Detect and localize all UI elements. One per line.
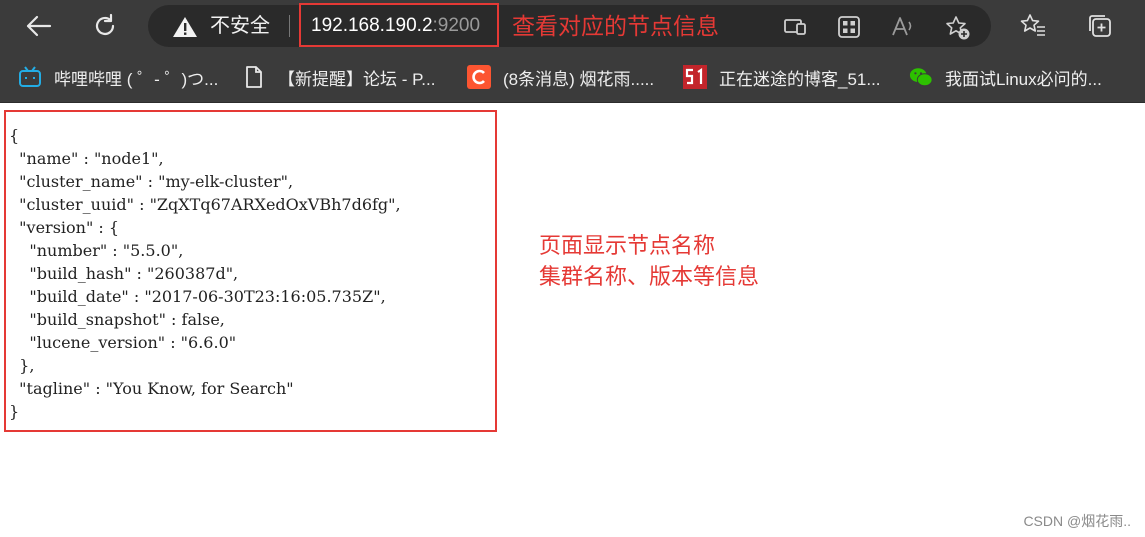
json-line: "name" : "node1", xyxy=(9,149,164,168)
json-line: }, xyxy=(9,356,35,375)
json-line: "cluster_uuid" : "ZqXTq67ARXedOxVBh7d6fg… xyxy=(9,195,401,214)
json-line: "build_date" : "2017-06-30T23:16:05.735Z… xyxy=(9,287,386,306)
csdn-icon xyxy=(467,65,491,89)
collections-icon[interactable] xyxy=(1083,9,1117,43)
content-annotation: 页面显示节点名称 集群名称、版本等信息 xyxy=(539,230,759,292)
browser-toolbar: 不安全 192.168.190.2:9200 查看对应的节点信息 xyxy=(0,0,1145,52)
json-line: "version" : { xyxy=(9,218,120,237)
bookmark-label: 正在迷途的博客_51... xyxy=(719,69,881,89)
back-icon[interactable] xyxy=(18,6,58,46)
bookmark-item[interactable]: (8条消息) 烟花雨..... xyxy=(467,64,654,90)
annotation-line: 页面显示节点名称 xyxy=(539,233,716,258)
add-favorite-icon[interactable] xyxy=(944,14,970,40)
bookmarks-bar: 哔哩哔哩 ( ゜- ゜)つ... 【新提醒】论坛 - P... (8条消息) 烟… xyxy=(0,52,1145,103)
url-text[interactable]: 192.168.190.2:9200 xyxy=(311,15,480,37)
address-separator xyxy=(289,15,290,37)
bilibili-icon xyxy=(18,65,42,89)
wechat-icon xyxy=(909,65,933,89)
watermark: CSDN @烟花雨.. xyxy=(1023,513,1131,529)
bookmark-item[interactable]: 我面试Linux必问的... xyxy=(909,64,1102,90)
json-line: "build_snapshot" : false, xyxy=(9,310,225,329)
json-line: "number" : "5.5.0", xyxy=(9,241,184,260)
bookmark-item[interactable]: 哔哩哔哩 ( ゜- ゜)つ... xyxy=(18,64,218,90)
favorites-icon[interactable] xyxy=(1016,9,1050,43)
bookmark-label: (8条消息) 烟花雨..... xyxy=(503,69,655,89)
warning-icon[interactable] xyxy=(172,16,198,43)
json-line: "tagline" : "You Know, for Search" xyxy=(9,379,294,398)
json-line: "lucene_version" : "6.6.0" xyxy=(9,333,237,352)
url-host: 192.168.190.2 xyxy=(311,15,433,36)
json-line: } xyxy=(9,402,20,421)
json-line: "cluster_name" : "my-elk-cluster", xyxy=(9,172,294,191)
url-port: :9200 xyxy=(432,15,481,36)
json-line: "build_hash" : "260387d", xyxy=(9,264,239,283)
security-label[interactable]: 不安全 xyxy=(210,15,270,37)
url-annotation: 查看对应的节点信息 xyxy=(512,13,719,39)
51cto-icon xyxy=(683,65,707,89)
apps-grid-icon[interactable] xyxy=(836,14,862,40)
bookmark-item[interactable]: 【新提醒】论坛 - P... xyxy=(242,64,435,90)
bookmark-label: 【新提醒】论坛 - P... xyxy=(278,69,436,89)
read-aloud-icon[interactable] xyxy=(890,14,916,40)
device-icon[interactable] xyxy=(782,14,808,40)
annotation-line: 集群名称、版本等信息 xyxy=(539,264,760,289)
document-icon xyxy=(242,65,266,89)
json-line: { xyxy=(9,126,20,145)
json-response: { "name" : "node1", "cluster_name" : "my… xyxy=(9,124,401,423)
bookmark-label: 我面试Linux必问的... xyxy=(945,69,1102,89)
refresh-icon[interactable] xyxy=(85,6,125,46)
bookmark-item[interactable]: 正在迷途的博客_51... xyxy=(683,64,881,90)
address-bar[interactable]: 不安全 192.168.190.2:9200 查看对应的节点信息 xyxy=(148,3,991,47)
bookmark-label: 哔哩哔哩 ( ゜- ゜)つ... xyxy=(54,69,219,89)
